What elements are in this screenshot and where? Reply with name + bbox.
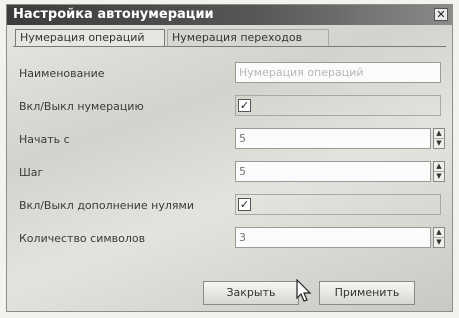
dialog-titlebar: Настройка автонумерации ✕ <box>7 5 452 25</box>
tab-panel: Наименование Нумерация операций Вкл/Выкл… <box>13 46 446 248</box>
step-input[interactable]: 5 <box>235 161 431 182</box>
enable-numbering-checkbox[interactable]: ✓ <box>238 99 251 112</box>
enable-numbering-cell: ✓ <box>235 95 441 116</box>
spin-down-icon[interactable]: ▼ <box>434 139 444 148</box>
close-icon[interactable]: ✕ <box>434 8 448 21</box>
step-label: Шаг <box>19 166 44 179</box>
char-count-spinner[interactable]: ▲ ▼ <box>433 227 445 248</box>
char-count-label: Количество символов <box>19 232 146 245</box>
autonumbering-settings-dialog: Настройка автонумерации ✕ Нумерация опер… <box>6 4 453 312</box>
char-count-input[interactable]: 3 <box>235 227 431 248</box>
step-spinner[interactable]: ▲ ▼ <box>433 161 445 182</box>
zero-padding-row: Вкл/Выкл дополнение нулями ✓ <box>15 194 446 218</box>
zero-padding-label: Вкл/Выкл дополнение нулями <box>19 199 194 212</box>
start-from-input[interactable]: 5 <box>235 128 431 149</box>
name-field[interactable]: Нумерация операций <box>235 62 441 83</box>
step-row: Шаг 5 ▲ ▼ <box>15 161 446 185</box>
apply-button[interactable]: Применить <box>319 281 415 305</box>
spin-up-icon[interactable]: ▲ <box>434 162 444 172</box>
zero-padding-checkbox[interactable]: ✓ <box>238 198 251 211</box>
tab-operations-numbering[interactable]: Нумерация операций <box>15 29 165 47</box>
dialog-title: Настройка автонумерации <box>13 7 214 22</box>
spin-up-icon[interactable]: ▲ <box>434 228 444 238</box>
enable-numbering-label: Вкл/Выкл нумерацию <box>19 100 144 113</box>
mouse-pointer-icon <box>296 279 312 302</box>
start-from-spinner[interactable]: ▲ ▼ <box>433 128 445 149</box>
spin-down-icon[interactable]: ▼ <box>434 238 444 247</box>
spin-up-icon[interactable]: ▲ <box>434 129 444 139</box>
spin-down-icon[interactable]: ▼ <box>434 172 444 181</box>
char-count-row: Количество символов 3 ▲ ▼ <box>15 227 446 251</box>
name-row: Наименование Нумерация операций <box>15 62 446 86</box>
zero-padding-cell: ✓ <box>235 194 441 215</box>
close-button[interactable]: Закрыть <box>203 281 299 305</box>
enable-numbering-row: Вкл/Выкл нумерацию ✓ <box>15 95 446 119</box>
start-from-label: Начать с <box>19 133 70 146</box>
tab-transitions-numbering[interactable]: Нумерация переходов <box>167 29 329 47</box>
name-label: Наименование <box>19 67 105 80</box>
start-from-row: Начать с 5 ▲ ▼ <box>15 128 446 152</box>
